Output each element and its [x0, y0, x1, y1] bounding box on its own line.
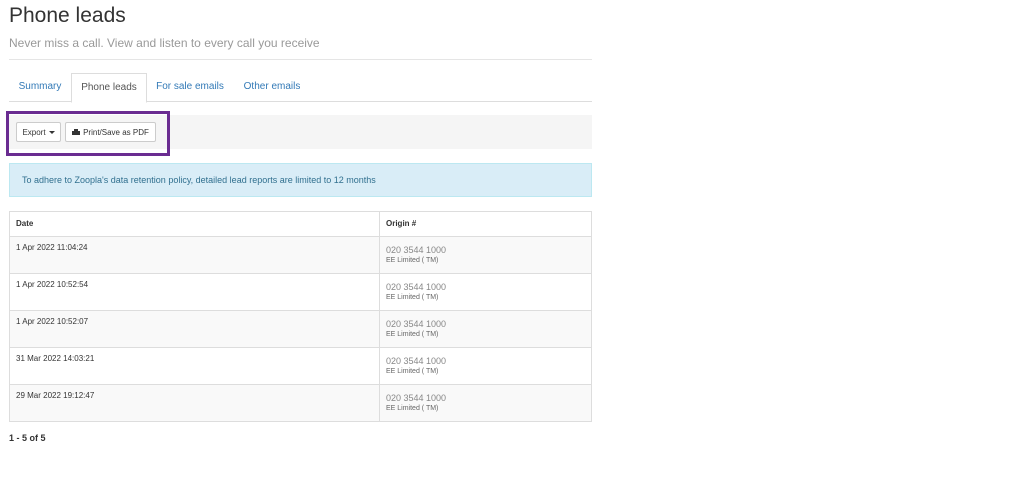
- table-row[interactable]: 1 Apr 2022 10:52:07 020 3544 1000 EE Limi…: [9, 310, 592, 348]
- lead-date: 29 Mar 2022 19:12:47: [16, 391, 95, 400]
- origin-carrier: EE Limited ( TM): [386, 331, 439, 338]
- column-header-origin[interactable]: Origin #: [379, 211, 592, 237]
- origin-number: 020 3544 1000: [386, 356, 447, 366]
- origin-carrier: EE Limited ( TM): [386, 368, 439, 375]
- origin-carrier: EE Limited ( TM): [386, 294, 439, 301]
- pagination-summary: 1 - 5 of 5: [9, 433, 46, 443]
- tab-other-emails[interactable]: Other emails: [237, 73, 307, 101]
- table-row[interactable]: 29 Mar 2022 19:12:47 020 3544 1000 EE Lim…: [9, 384, 592, 422]
- table-row[interactable]: 1 Apr 2022 10:52:54 020 3544 1000 EE Limi…: [9, 273, 592, 311]
- retention-alert: To adhere to Zoopla's data retention pol…: [9, 163, 592, 197]
- tab-bar: Summary Phone leads For sale emails Othe…: [9, 73, 592, 103]
- origin-number: 020 3544 1000: [386, 245, 447, 255]
- page-subtitle: Never miss a call. View and listen to ev…: [9, 36, 320, 50]
- page-title: Phone leads: [9, 4, 126, 27]
- column-header-date[interactable]: Date: [9, 211, 380, 237]
- origin-number: 020 3544 1000: [386, 282, 447, 292]
- table-row[interactable]: 1 Apr 2022 11:04:24 020 3544 1000 EE Limi…: [9, 236, 592, 274]
- lead-date: 1 Apr 2022 10:52:54: [16, 280, 89, 289]
- origin-number: 020 3544 1000: [386, 393, 447, 403]
- highlight-box: [6, 111, 170, 156]
- origin-carrier: EE Limited ( TM): [386, 257, 439, 264]
- leads-table: Date Origin # 1 Apr 2022 11:04:24 020 35…: [9, 211, 592, 422]
- origin-carrier: EE Limited ( TM): [386, 405, 439, 412]
- tab-summary[interactable]: Summary: [9, 73, 71, 101]
- lead-date: 31 Mar 2022 14:03:21: [16, 354, 95, 363]
- lead-date: 1 Apr 2022 11:04:24: [16, 243, 88, 252]
- header-divider: [9, 59, 592, 60]
- table-header-row: Date Origin #: [9, 211, 592, 237]
- origin-number: 020 3544 1000: [386, 319, 447, 329]
- lead-date: 1 Apr 2022 10:52:07: [16, 317, 89, 326]
- table-row[interactable]: 31 Mar 2022 14:03:21 020 3544 1000 EE Lim…: [9, 347, 592, 385]
- tab-for-sale-emails[interactable]: For sale emails: [149, 73, 231, 101]
- tab-phone-leads[interactable]: Phone leads: [71, 73, 147, 103]
- alert-text: To adhere to Zoopla's data retention pol…: [22, 175, 376, 185]
